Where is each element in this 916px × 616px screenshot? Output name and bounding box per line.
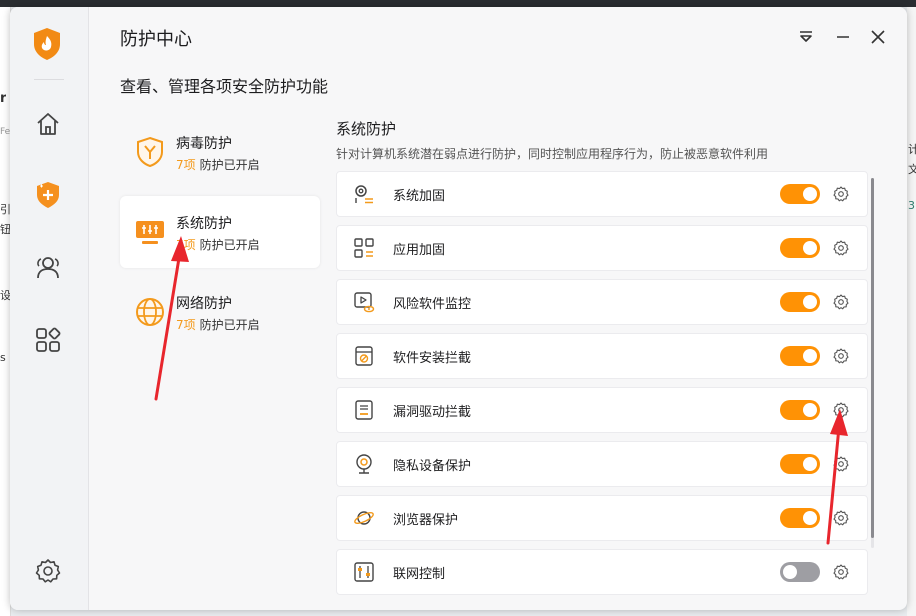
feature-row: 软件安装拦截 (336, 333, 868, 379)
webcam-icon (356, 454, 372, 474)
category-status: 7项 防护已开启 (176, 316, 260, 333)
bg-text: 文 (908, 163, 916, 176)
toggle-knob (803, 457, 817, 471)
bg-text: Fe (0, 127, 11, 137)
nav-home-button[interactable] (32, 108, 64, 140)
bg-text: 3 (908, 199, 915, 212)
settings-gear-icon[interactable] (833, 402, 849, 418)
install-block-icon (355, 346, 373, 366)
browser-planet-icon (354, 511, 374, 525)
feature-label: 漏洞驱动拦截 (393, 405, 472, 420)
minimize-icon (837, 36, 849, 38)
page-subtitle: 查看、管理各项安全防护功能 (120, 77, 329, 96)
bg-text: r (0, 91, 7, 106)
toggle-knob (803, 295, 817, 309)
toggle-knob (803, 511, 817, 525)
nav-users-button[interactable] (32, 251, 64, 283)
settings-gear-icon[interactable] (833, 348, 849, 364)
feature-toggle[interactable] (780, 184, 820, 204)
app-logo-icon (32, 27, 62, 61)
scrollbar-thumb[interactable] (871, 178, 874, 538)
category-system-protection[interactable]: 系统防护 7项 防护已开启 (120, 196, 320, 268)
feature-label: 应用加固 (393, 243, 446, 258)
feature-row: 应用加固 (336, 225, 868, 271)
feature-toggle[interactable] (780, 562, 820, 582)
protection-center-window: 防护中心 查看、管理各项安全防护功能 病毒防护 7项 防护已开启 系统防护 7项… (10, 7, 907, 610)
section-description: 针对计算机系统潜在弱点进行防护，同时控制应用程序行为，防止被恶意软件利用 (336, 147, 769, 161)
category-name: 系统防护 (176, 216, 232, 232)
nav-apps-button[interactable] (32, 324, 64, 356)
feature-label: 隐私设备保护 (393, 459, 472, 474)
feature-toggle[interactable] (780, 346, 820, 366)
toggle-knob (783, 565, 797, 579)
feature-row: 漏洞驱动拦截 (336, 387, 868, 433)
shield-plus-icon (37, 182, 59, 208)
category-status-text: 防护已开启 (199, 238, 260, 252)
feature-toggle[interactable] (780, 508, 820, 528)
feature-row: 隐私设备保护 (336, 441, 868, 487)
settings-gear-icon[interactable] (833, 186, 849, 202)
category-virus-protection[interactable]: 病毒防护 7项 防护已开启 (120, 116, 320, 188)
driver-icon (355, 400, 373, 420)
toggle-knob (803, 187, 817, 201)
menu-button[interactable] (794, 25, 818, 49)
settings-gear-icon[interactable] (833, 510, 849, 526)
bg-text: s (0, 351, 6, 364)
sidebar (10, 7, 89, 610)
feature-label: 联网控制 (393, 567, 446, 582)
apps-list-icon (354, 238, 374, 258)
window-title: 防护中心 (120, 29, 192, 50)
feature-row: 风险软件监控 (336, 279, 868, 325)
feature-toggle[interactable] (780, 238, 820, 258)
feature-label: 风险软件监控 (393, 297, 472, 312)
category-count: 7项 (176, 158, 196, 172)
toggle-knob (803, 241, 817, 255)
network-sliders-icon (354, 562, 374, 582)
feature-label: 浏览器保护 (393, 513, 459, 528)
system-monitor-icon (136, 221, 164, 244)
feature-label: 系统加固 (393, 189, 446, 204)
background-app-right: 计 文 3 (907, 7, 916, 616)
category-name: 病毒防护 (176, 136, 232, 152)
settings-gear-icon[interactable] (833, 564, 849, 580)
feature-row: 联网控制 (336, 549, 868, 595)
category-status-text: 防护已开启 (199, 158, 260, 172)
apps-icon (36, 327, 61, 352)
sidebar-divider (34, 79, 64, 80)
virus-shield-icon (137, 136, 163, 168)
feature-toggle[interactable] (780, 400, 820, 420)
category-name: 网络防护 (176, 296, 232, 312)
globe-icon (136, 298, 164, 326)
section-title: 系统防护 (336, 120, 397, 138)
play-eye-icon (354, 292, 375, 313)
close-button[interactable] (866, 25, 890, 49)
minimize-button[interactable] (831, 25, 855, 49)
users-icon (37, 257, 59, 279)
nav-protection-button[interactable] (32, 179, 64, 211)
settings-gear-icon[interactable] (833, 294, 849, 310)
nav-settings-button[interactable] (32, 555, 64, 587)
feature-label: 软件安装拦截 (393, 351, 472, 366)
close-icon (871, 30, 885, 44)
feature-row: 系统加固 (336, 171, 868, 217)
category-status-text: 防护已开启 (199, 318, 260, 332)
category-count: 7项 (176, 318, 196, 332)
category-network-protection[interactable]: 网络防护 7项 防护已开启 (120, 276, 320, 348)
settings-gear-icon[interactable] (833, 240, 849, 256)
feature-toggle[interactable] (780, 454, 820, 474)
feature-row: 浏览器保护 (336, 495, 868, 541)
menu-dropdown-icon (800, 31, 812, 42)
feature-toggle[interactable] (780, 292, 820, 312)
category-count: 7项 (176, 238, 196, 252)
gear-icon (35, 559, 61, 583)
gears-list-icon (355, 185, 373, 204)
bg-text: 计 (908, 143, 916, 156)
category-status: 7项 防护已开启 (176, 156, 260, 173)
toggle-knob (803, 403, 817, 417)
toggle-knob (803, 349, 817, 363)
home-icon (37, 113, 59, 135)
category-status: 7项 防护已开启 (176, 236, 260, 253)
background-titlebar (0, 0, 916, 7)
settings-gear-icon[interactable] (833, 456, 849, 472)
